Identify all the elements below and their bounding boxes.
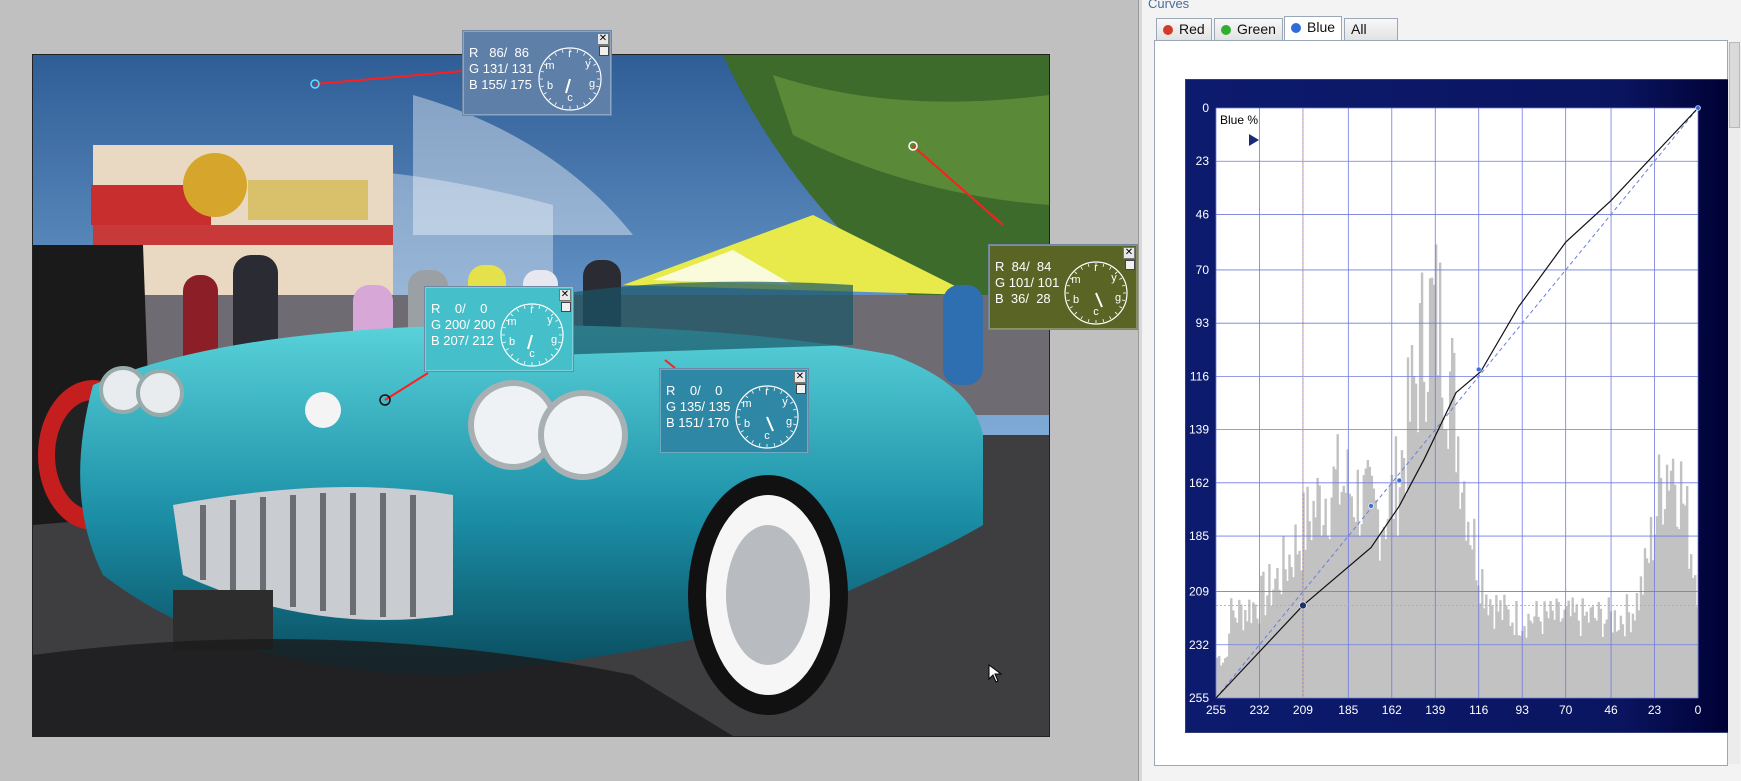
dial-label: b xyxy=(547,80,553,92)
green-dot-icon xyxy=(1221,25,1231,35)
tab-red[interactable]: Red xyxy=(1156,18,1212,40)
probe-values: R 84/ 84 G 101/ 101 B 36/ 28 xyxy=(995,259,1060,306)
dial-label: g xyxy=(1115,292,1121,304)
x-tick-label: 0 xyxy=(1695,703,1702,717)
dial-label: m xyxy=(507,316,516,328)
y-tick-label: 93 xyxy=(1196,316,1210,330)
dial-label: b xyxy=(1073,294,1079,306)
dial-label: y xyxy=(782,396,788,408)
x-tick-label: 93 xyxy=(1516,703,1530,717)
y-tick-label: 209 xyxy=(1189,585,1209,599)
x-tick-label: 185 xyxy=(1338,703,1358,717)
curve-graph[interactable]: 255 232 209 185 162 139 116 93 70 46 23 0 0 23 46 70 93 1… xyxy=(1185,79,1730,733)
y-tick-label: 162 xyxy=(1189,476,1209,490)
y-tick-label: 23 xyxy=(1196,154,1210,168)
control-point[interactable] xyxy=(1475,366,1482,373)
blue-dot-icon xyxy=(1291,23,1301,33)
control-point[interactable] xyxy=(1695,105,1701,111)
color-wheel-icon: rygcbm xyxy=(500,303,564,367)
curve-chart[interactable]: 255 232 209 185 162 139 116 93 70 46 23 0 0 23 46 70 93 1… xyxy=(1186,80,1729,732)
dial-label: m xyxy=(1071,274,1080,286)
probe-values: R 0/ 0G 200/ 200 B 207/ 212 xyxy=(431,301,496,348)
red-dot-icon xyxy=(1163,25,1173,35)
y-tick-label: 46 xyxy=(1196,207,1210,221)
tab-green[interactable]: Green xyxy=(1214,18,1283,40)
chart-title: Blue % xyxy=(1220,113,1258,127)
dial-label: y xyxy=(1111,272,1117,284)
dial-label: c xyxy=(1093,306,1099,318)
x-tick-label: 255 xyxy=(1206,703,1226,717)
photo-image[interactable] xyxy=(32,54,1050,737)
dial-label: y xyxy=(585,58,591,70)
close-icon[interactable]: ✕ xyxy=(597,33,609,45)
x-tick-label: 139 xyxy=(1425,703,1445,717)
dial-label: g xyxy=(589,78,595,90)
close-icon[interactable]: ✕ xyxy=(1123,247,1135,259)
x-tick-label: 46 xyxy=(1604,703,1618,717)
tab-all[interactable]: All xyxy=(1344,18,1398,40)
dial-label: m xyxy=(742,398,751,410)
dial-hand xyxy=(1095,292,1103,308)
dial-hand xyxy=(766,416,774,432)
photo-drawing xyxy=(33,55,1049,736)
x-tick-label: 232 xyxy=(1249,703,1269,717)
scrollbar-thumb[interactable] xyxy=(1729,42,1740,128)
dial-label: m xyxy=(545,60,554,72)
dial-label: c xyxy=(529,348,535,360)
x-tick-label: 162 xyxy=(1382,703,1402,717)
color-probe-tree[interactable]: ✕ R 84/ 84 G 101/ 101 B 36/ 28 rygcbm xyxy=(988,244,1138,330)
dial-label: b xyxy=(509,336,515,348)
curves-panel: Curves Red Green Blue All 255 232 209 185 16… xyxy=(1142,0,1741,781)
control-point[interactable] xyxy=(1396,477,1403,484)
probe-values: R 0/ 0G 135/ 135 B 151/ 170 xyxy=(666,383,731,430)
x-tick-label: 116 xyxy=(1469,703,1488,717)
color-wheel-icon: rygcbm xyxy=(538,47,602,111)
x-tick-label: 209 xyxy=(1293,703,1313,717)
x-tick-label: 23 xyxy=(1648,703,1662,717)
tab-blue[interactable]: Blue xyxy=(1284,16,1343,41)
close-icon[interactable]: ✕ xyxy=(794,371,806,383)
panel-title: Curves xyxy=(1148,0,1190,11)
y-tick-label: 232 xyxy=(1189,638,1209,652)
control-point[interactable] xyxy=(1299,601,1307,610)
y-tick-label: 116 xyxy=(1190,369,1209,383)
color-probe-car-hood[interactable]: ✕ R 0/ 0G 200/ 200 B 207/ 212 rygcbm xyxy=(424,286,574,372)
curve-frame: 255 232 209 185 162 139 116 93 70 46 23 0 0 23 46 70 93 1… xyxy=(1154,40,1730,766)
dial-label: c xyxy=(567,92,573,104)
color-probe-car-fender[interactable]: ✕ R 0/ 0G 135/ 135 B 151/ 170 rygcbm xyxy=(659,368,809,454)
y-tick-label: 0 xyxy=(1202,101,1209,115)
control-point[interactable] xyxy=(1368,503,1374,509)
dial-hand xyxy=(527,334,533,350)
color-wheel-icon: rygcbm xyxy=(1064,261,1128,325)
probe-values: R 86/ 86 G 131/ 131 B 155/ 175 xyxy=(469,45,534,92)
dial-hand xyxy=(565,78,571,94)
dial-label: y xyxy=(547,314,553,326)
color-wheel-icon: rygcbm xyxy=(735,385,799,449)
y-tick-label: 139 xyxy=(1189,423,1209,437)
dial-label: g xyxy=(786,416,792,428)
y-tick-label: 185 xyxy=(1189,529,1209,543)
y-tick-label: 70 xyxy=(1196,263,1210,277)
mouse-cursor-icon xyxy=(988,664,1003,683)
dial-label: g xyxy=(551,334,557,346)
vertical-scrollbar[interactable] xyxy=(1728,42,1740,764)
color-probe-sky[interactable]: ✕ R 86/ 86 G 131/ 131 B 155/ 175 rygcbm xyxy=(462,30,612,116)
y-tick-label: 255 xyxy=(1189,691,1209,705)
dial-label: b xyxy=(744,418,750,430)
close-icon[interactable]: ✕ xyxy=(559,289,571,301)
x-tick-label: 70 xyxy=(1559,703,1573,717)
canvas-area: ✕ R 86/ 86 G 131/ 131 B 155/ 175 rygcbm ✕ … xyxy=(0,0,1138,781)
dial-label: c xyxy=(764,430,770,442)
